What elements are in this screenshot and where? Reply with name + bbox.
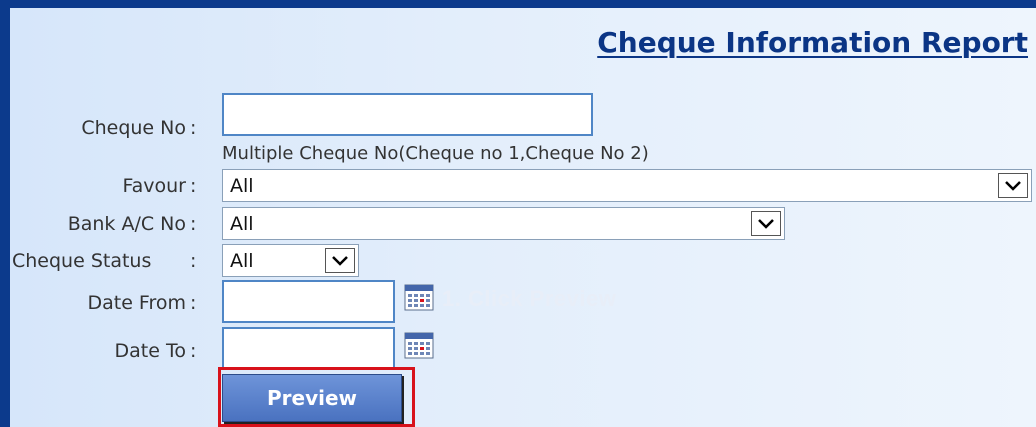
- date-to-colon: :: [190, 340, 197, 362]
- page-title: Cheque Information Report: [597, 26, 1028, 59]
- date-to-input[interactable]: [222, 327, 395, 370]
- favour-label: Favour: [122, 175, 186, 197]
- date-from-colon: :: [190, 292, 197, 314]
- cheque-no-colon: :: [190, 117, 197, 139]
- cheque-status-selected-value: All: [230, 250, 254, 272]
- favour-select[interactable]: All: [222, 169, 1032, 202]
- cheque-no-label: Cheque No: [81, 117, 186, 139]
- cheque-no-hint: Multiple Cheque No(Cheque no 1,Cheque No…: [222, 143, 649, 164]
- preview-button[interactable]: Preview: [222, 374, 402, 422]
- chevron-down-icon[interactable]: [751, 211, 781, 236]
- favour-colon: :: [190, 175, 197, 197]
- chevron-down-icon[interactable]: [998, 173, 1028, 198]
- date-from-input[interactable]: [222, 280, 395, 323]
- chevron-down-icon[interactable]: [325, 248, 355, 273]
- bank-ac-no-selected-value: All: [230, 213, 254, 235]
- cheque-status-select[interactable]: All: [222, 244, 359, 277]
- date-from-label: Date From: [87, 292, 186, 314]
- cheque-status-colon: :: [190, 250, 197, 272]
- date-to-label: Date To: [114, 340, 186, 362]
- cheque-no-input[interactable]: [222, 93, 593, 136]
- bank-ac-no-colon: :: [190, 213, 197, 235]
- calendar-icon[interactable]: [404, 331, 434, 359]
- cheque-status-label: Cheque Status: [12, 250, 152, 272]
- bank-ac-no-label: Bank A/C No: [67, 213, 186, 235]
- instruction-callout: 1. Click Preview: [442, 286, 617, 311]
- favour-selected-value: All: [230, 175, 254, 197]
- bank-ac-no-select[interactable]: All: [222, 207, 785, 240]
- calendar-icon[interactable]: [404, 283, 434, 311]
